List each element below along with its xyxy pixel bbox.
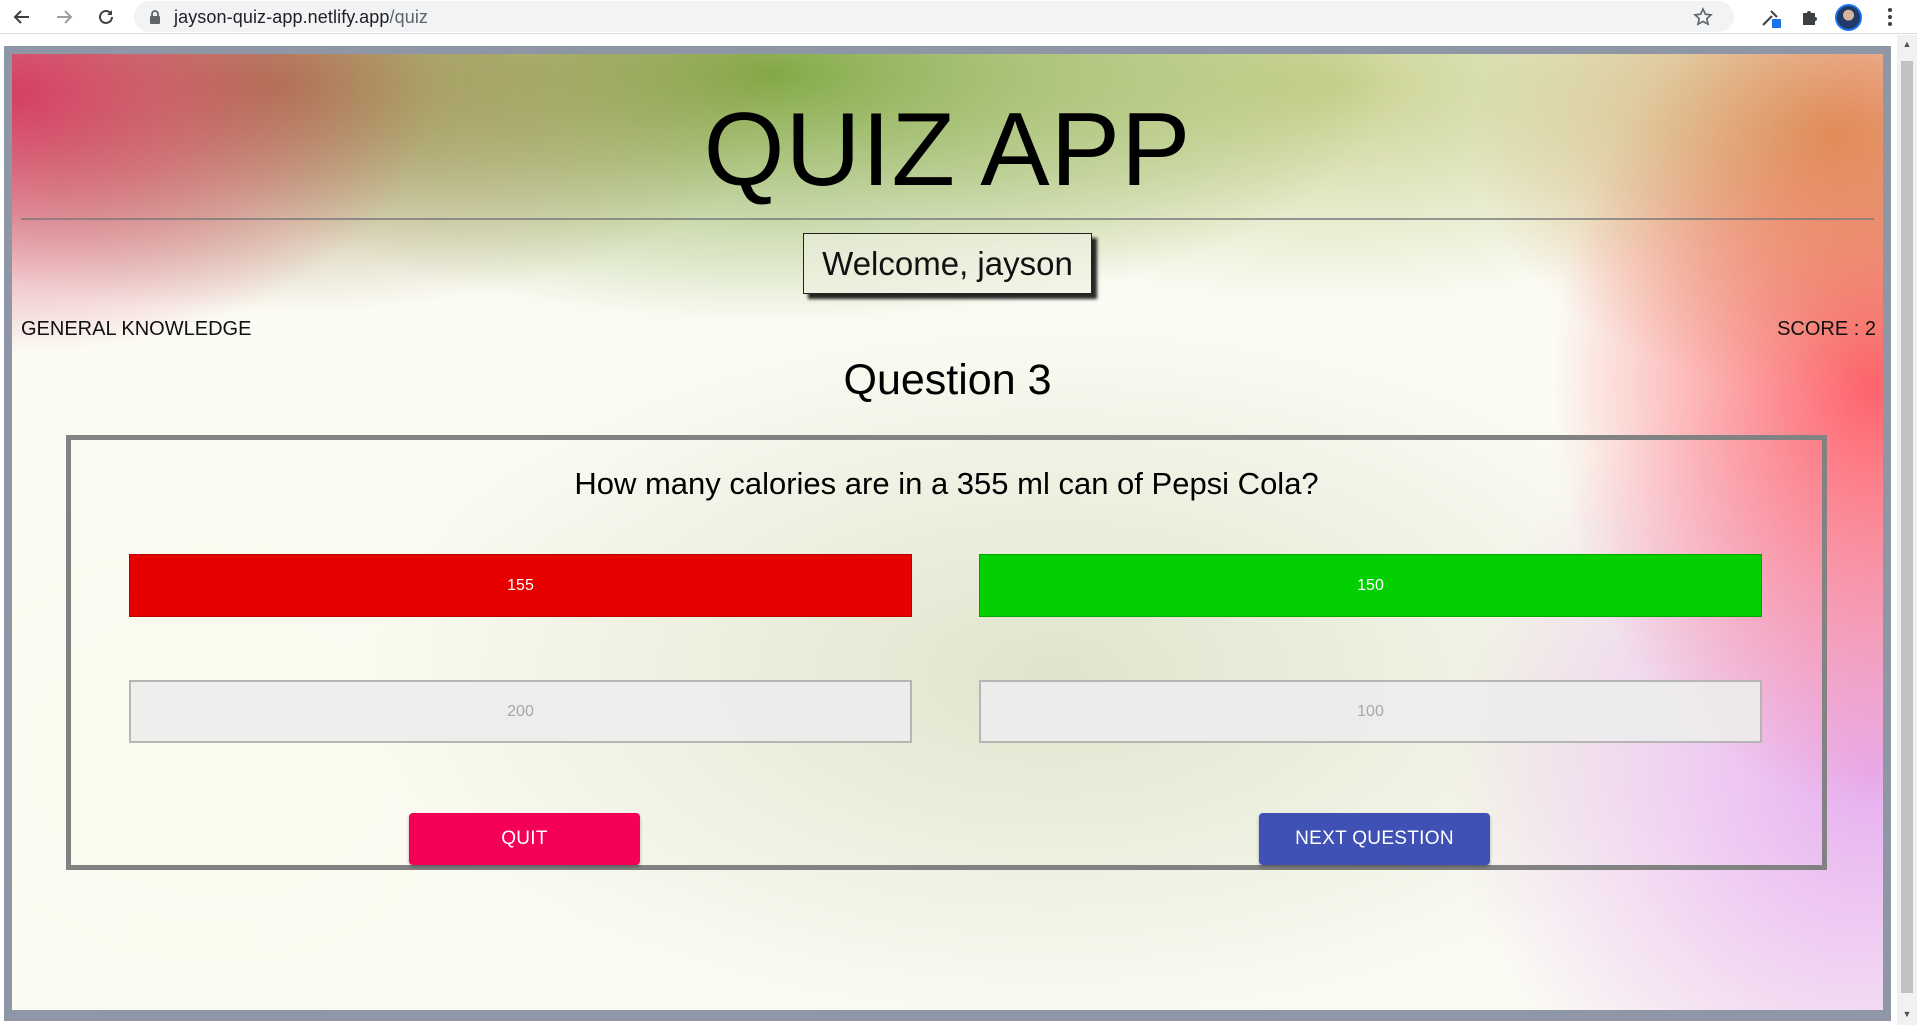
option-button-disabled[interactable]: 200	[129, 680, 912, 743]
browser-toolbar: jayson-quiz-app.netlify.app/quiz	[0, 0, 1917, 34]
option-button-disabled[interactable]: 100	[979, 680, 1762, 743]
lock-icon[interactable]	[148, 9, 162, 24]
more-menu-icon[interactable]	[1877, 4, 1903, 30]
back-button[interactable]	[8, 3, 36, 31]
app-title: QUIZ APP	[703, 92, 1192, 208]
eyedropper-extension-icon[interactable]	[1758, 4, 1784, 30]
bookmark-star-icon[interactable]	[1692, 6, 1714, 28]
back-arrow-icon	[13, 10, 29, 24]
title-divider	[21, 218, 1874, 220]
question-text: How many calories are in a 355 ml can of…	[574, 466, 1319, 501]
quiz-category: GENERAL KNOWLEDGE	[21, 318, 252, 340]
reload-icon	[99, 9, 113, 24]
extensions-puzzle-icon[interactable]	[1797, 4, 1823, 30]
forward-arrow-icon	[57, 10, 73, 24]
option-button-wrong[interactable]: 155	[129, 554, 912, 617]
profile-avatar[interactable]	[1835, 4, 1862, 31]
option-button-correct[interactable]: 150	[979, 554, 1762, 617]
welcome-badge: Welcome, jayson	[803, 233, 1092, 294]
page-scrollbar[interactable]: ▲ ▼	[1897, 35, 1917, 1025]
quiz-page: QUIZ APP Welcome, jayson GENERAL KNOWLED…	[12, 54, 1883, 1010]
url-text[interactable]: jayson-quiz-app.netlify.app/quiz	[174, 7, 428, 28]
reload-button[interactable]	[92, 3, 120, 31]
url-host: jayson-quiz-app.netlify.app	[174, 7, 390, 27]
scroll-up-icon[interactable]: ▲	[1902, 39, 1912, 49]
browser-viewport: QUIZ APP Welcome, jayson GENERAL KNOWLED…	[0, 35, 1917, 1025]
scroll-thumb[interactable]	[1901, 61, 1913, 993]
question-number: Question 3	[843, 356, 1052, 404]
address-bar[interactable]: jayson-quiz-app.netlify.app/quiz	[134, 1, 1734, 32]
quit-button[interactable]: QUIT	[409, 813, 640, 865]
url-path: /quiz	[389, 7, 429, 27]
forward-button[interactable]	[50, 3, 78, 31]
question-card: How many calories are in a 355 ml can of…	[66, 435, 1827, 870]
app-frame: QUIZ APP Welcome, jayson GENERAL KNOWLED…	[4, 46, 1891, 1021]
next-question-button[interactable]: NEXT QUESTION	[1259, 813, 1490, 865]
score-display: SCORE : 2	[1777, 318, 1876, 340]
scroll-down-icon[interactable]: ▼	[1902, 1009, 1912, 1019]
